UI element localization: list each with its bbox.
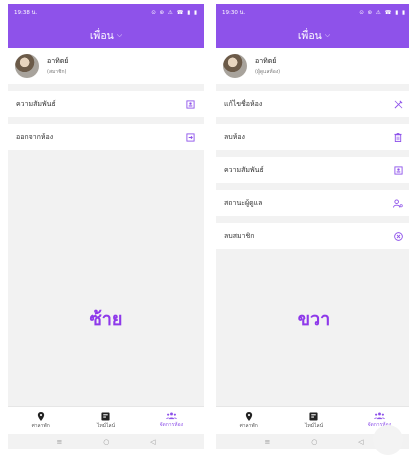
watermark bbox=[373, 425, 403, 455]
nav-item-timeline[interactable]: ไทม์ไลน์ bbox=[281, 407, 346, 434]
status-icons: ⊙ ⊛ ⚠ ☎ ▮ ▮ bbox=[151, 10, 198, 16]
status-bar: 19:38 น. ⊙ ⊛ ⚠ ☎ ▮ ▮ bbox=[8, 4, 204, 22]
exit-door-icon bbox=[185, 132, 195, 142]
admin-status-icon bbox=[393, 198, 403, 208]
home-button[interactable]: ○ bbox=[311, 438, 317, 446]
app-bar[interactable]: เพื่อน ⌵ bbox=[216, 22, 409, 48]
recent-apps-button[interactable]: ≡ bbox=[56, 438, 62, 446]
appbar-title[interactable]: เพื่อน bbox=[298, 27, 322, 44]
side-label: ขวา bbox=[297, 309, 331, 330]
phone-screen-right: 19:30 น. ⊙ ⊛ ⚠ ☎ ▮ ▮ เพื่อน ⌵ อาทิตย์ (ผ… bbox=[216, 4, 409, 449]
menu-item-leave-room[interactable]: ออกจากห้อง bbox=[8, 124, 204, 150]
menu-item-label: ความสัมพันธ์ bbox=[16, 99, 56, 108]
menu-item-edit-room-name[interactable]: แก้ไขชื่อห้อง bbox=[216, 91, 409, 117]
bottom-nav: ศาลาพัก ไทม์ไลน์ จัดการห้อง bbox=[8, 406, 204, 434]
remove-member-icon bbox=[393, 231, 403, 241]
avatar bbox=[15, 54, 39, 78]
edit-name-icon bbox=[393, 99, 403, 109]
menu-item-label: ลบสมาชิก bbox=[224, 231, 255, 240]
menu-item-delete-room[interactable]: ลบห้อง bbox=[216, 124, 409, 150]
manage-room-icon bbox=[373, 412, 385, 420]
timeline-icon bbox=[309, 411, 319, 421]
nav-item-sala[interactable]: ศาลาพัก bbox=[216, 407, 281, 434]
contact-card-icon bbox=[185, 99, 195, 109]
user-role: (ผู้ดูแลห้อง) bbox=[255, 69, 281, 75]
app-bar[interactable]: เพื่อน ⌵ bbox=[8, 22, 204, 48]
nav-item-sala[interactable]: ศาลาพัก bbox=[8, 407, 73, 434]
home-button[interactable]: ○ bbox=[103, 438, 109, 446]
manage-room-icon bbox=[165, 412, 177, 420]
phone-screen-left: 19:38 น. ⊙ ⊛ ⚠ ☎ ▮ ▮ เพื่อน ⌵ อาทิตย์ (ส… bbox=[8, 4, 204, 449]
menu-item-label: สถานะผู้ดูแล bbox=[224, 198, 263, 207]
location-pin-icon bbox=[37, 411, 44, 421]
nav-label: ไทม์ไลน์ bbox=[96, 422, 116, 429]
user-role: (สมาชิก) bbox=[47, 69, 67, 75]
side-label: ซ้าย bbox=[89, 309, 123, 330]
status-time: 19:38 น. bbox=[14, 10, 38, 16]
status-bar: 19:30 น. ⊙ ⊛ ⚠ ☎ ▮ ▮ bbox=[216, 4, 409, 22]
user-name: อาทิตย์ bbox=[47, 57, 69, 65]
recent-apps-button[interactable]: ≡ bbox=[264, 438, 270, 446]
nav-label: ไทม์ไลน์ bbox=[304, 422, 324, 429]
appbar-title[interactable]: เพื่อน bbox=[90, 27, 114, 44]
back-button[interactable]: ◁ bbox=[150, 438, 155, 446]
user-card[interactable]: อาทิตย์ (สมาชิก) bbox=[8, 48, 204, 84]
menu-item-remove-member[interactable]: ลบสมาชิก bbox=[216, 223, 409, 249]
menu-item-label: ความสัมพันธ์ bbox=[224, 165, 264, 174]
nav-label: จัดการห้อง bbox=[159, 422, 184, 428]
trash-icon bbox=[393, 132, 403, 142]
menu-item-relationship[interactable]: ความสัมพันธ์ bbox=[8, 91, 204, 117]
menu-item-label: ลบห้อง bbox=[224, 132, 245, 141]
nav-label: ศาลาพัก bbox=[239, 422, 258, 429]
status-icons: ⊙ ⊛ ⚠ ☎ ▮ ▮ bbox=[359, 10, 406, 16]
room-menu: ความสัมพันธ์ ออกจากห้อง bbox=[8, 91, 204, 150]
back-button[interactable]: ◁ bbox=[358, 438, 363, 446]
avatar bbox=[223, 54, 247, 78]
menu-item-label: ออกจากห้อง bbox=[16, 132, 54, 141]
room-menu: แก้ไขชื่อห้อง ลบห้อง ความสัมพันธ์ สถานะผ… bbox=[216, 91, 409, 249]
menu-item-admin-status[interactable]: สถานะผู้ดูแล bbox=[216, 190, 409, 216]
nav-item-timeline[interactable]: ไทม์ไลน์ bbox=[73, 407, 138, 434]
menu-item-relationship[interactable]: ความสัมพันธ์ bbox=[216, 157, 409, 183]
nav-label: ศาลาพัก bbox=[31, 422, 50, 429]
location-pin-icon bbox=[245, 411, 252, 421]
contact-card-icon bbox=[393, 165, 403, 175]
chevron-down-icon[interactable]: ⌵ bbox=[117, 31, 122, 40]
nav-item-manage-room[interactable]: จัดการห้อง bbox=[139, 407, 204, 434]
timeline-icon bbox=[101, 411, 111, 421]
status-time: 19:30 น. bbox=[222, 10, 246, 16]
menu-item-label: แก้ไขชื่อห้อง bbox=[224, 99, 263, 108]
chevron-down-icon[interactable]: ⌵ bbox=[325, 31, 330, 40]
system-nav-bar: ≡ ○ ◁ bbox=[8, 434, 204, 449]
user-name: อาทิตย์ bbox=[255, 57, 277, 65]
user-card[interactable]: อาทิตย์ (ผู้ดูแลห้อง) bbox=[216, 48, 409, 84]
